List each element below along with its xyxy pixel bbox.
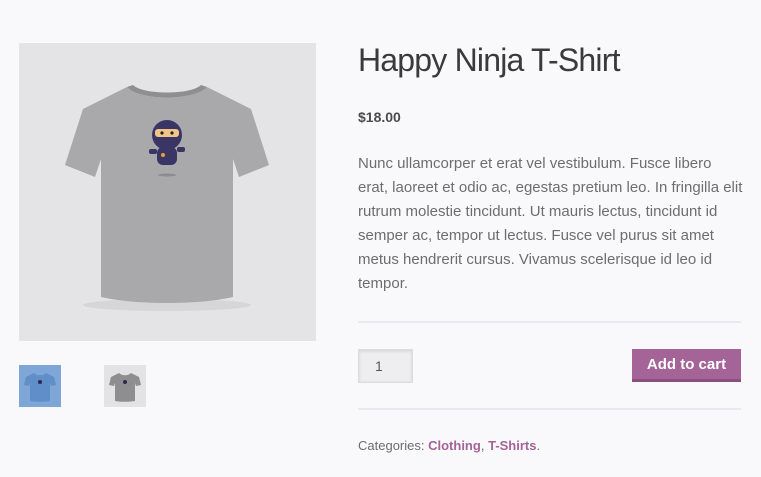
tshirt-thumb-icon: [24, 373, 56, 402]
product-categories: Categories: Clothing, T-Shirts.: [358, 438, 540, 453]
thumbnail-grey-tshirt[interactable]: [104, 365, 146, 407]
divider: [358, 321, 741, 323]
product-main-image[interactable]: [19, 43, 316, 341]
tshirt-thumb-icon: [109, 373, 141, 402]
product-description: Nunc ullamcorper et erat vel vestibulum.…: [358, 155, 743, 292]
thumbnail-blue-tshirt[interactable]: [19, 365, 61, 407]
tshirt-image: [65, 85, 269, 311]
categories-end: .: [536, 438, 541, 453]
category-link-t-shirts[interactable]: T-Shirts: [488, 438, 536, 453]
product-title: Happy Ninja T-Shirt: [358, 42, 620, 78]
category-link-clothing[interactable]: Clothing: [428, 438, 481, 453]
divider: [358, 408, 741, 410]
quantity-input[interactable]: [358, 349, 413, 383]
category-separator: ,: [480, 438, 485, 453]
product-price: $18.00: [358, 109, 401, 125]
categories-label: Categories:: [358, 438, 425, 453]
add-to-cart-button[interactable]: Add to cart: [632, 349, 741, 382]
